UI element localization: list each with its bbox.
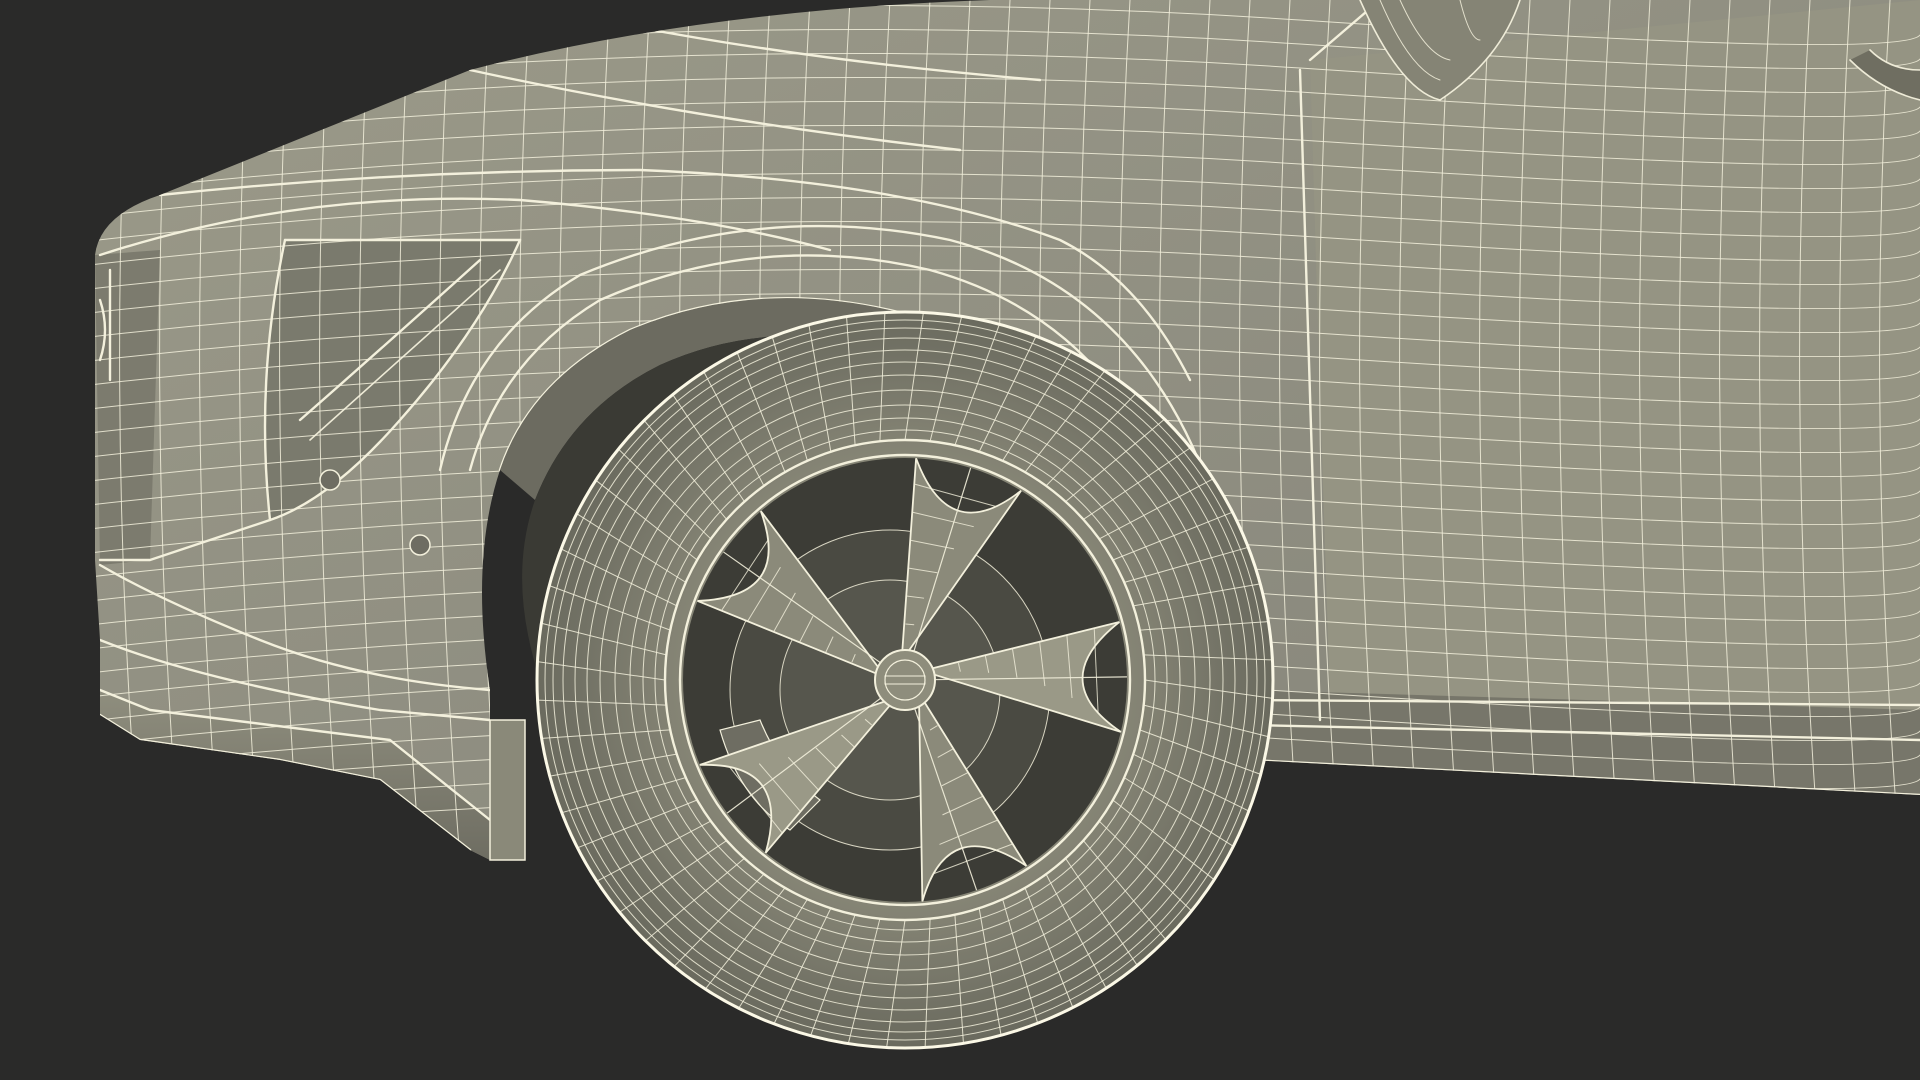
hub-cap <box>874 649 936 711</box>
front-wheel <box>535 310 1275 1050</box>
front-mudflap <box>489 719 526 861</box>
car-wireframe-render <box>0 0 1920 1080</box>
